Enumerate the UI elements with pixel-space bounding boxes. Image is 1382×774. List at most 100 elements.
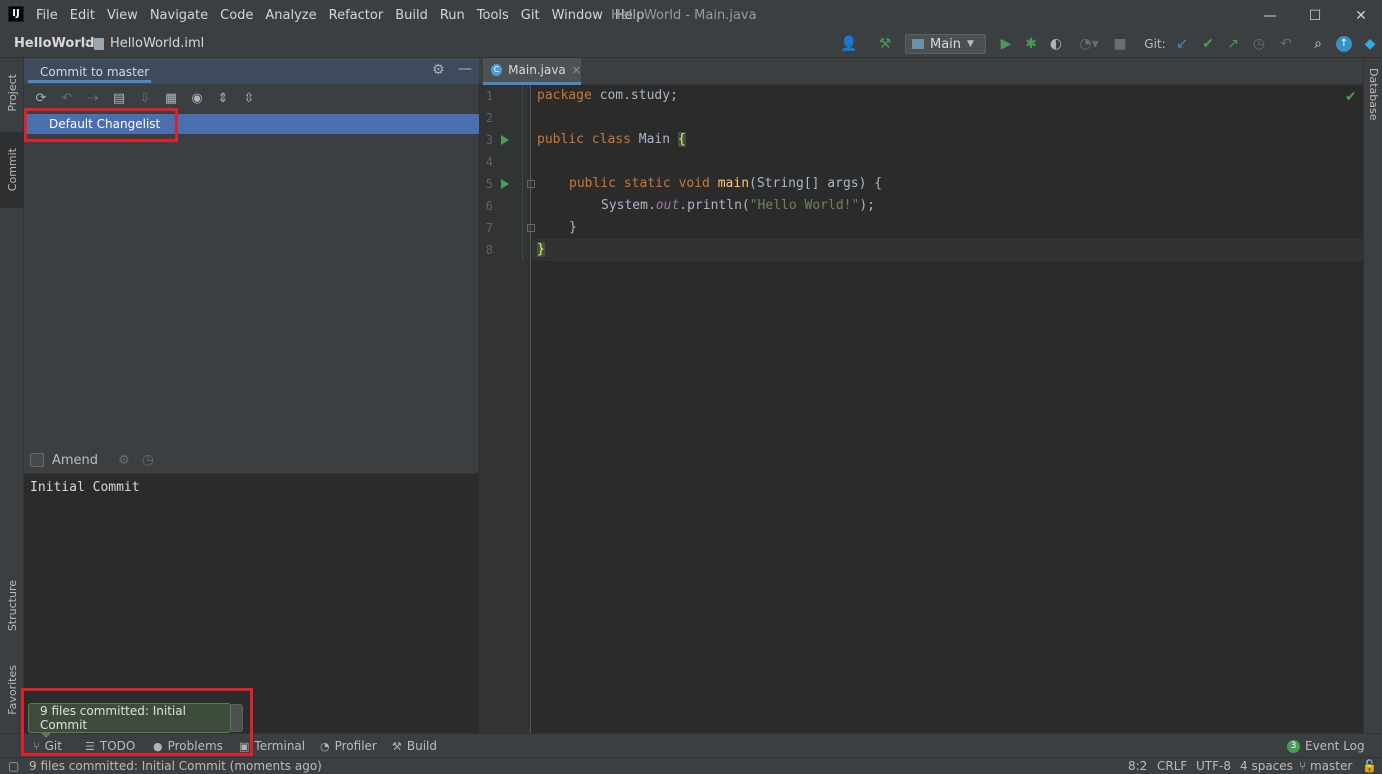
keyword: public class: [537, 132, 631, 147]
user-add-icon[interactable]: 👤: [836, 31, 862, 57]
shelve-icon[interactable]: ⇩: [136, 89, 154, 107]
profile-icon[interactable]: ◔▾: [1071, 31, 1107, 57]
line-separator[interactable]: CRLF: [1157, 758, 1187, 774]
commit-tool-tab[interactable]: Commit: [0, 132, 24, 208]
menu-navigate[interactable]: Navigate: [144, 8, 214, 23]
menu-code[interactable]: Code: [214, 8, 259, 23]
menu-git[interactable]: Git: [515, 8, 546, 23]
left-tool-strip: Project Commit Structure Favorites: [0, 58, 24, 733]
structure-tool-tab[interactable]: Structure: [0, 570, 24, 642]
editor-gutter: 1 2 3 4 5 6 7 8: [479, 85, 535, 733]
git-commit-icon[interactable]: ✔: [1199, 31, 1217, 57]
window-title: HelloWorld - Main.java: [611, 8, 757, 23]
minimize-button[interactable]: —: [1247, 0, 1293, 31]
chevron-down-icon: ▼: [967, 39, 974, 49]
tab-main-java[interactable]: C Main.java ✕: [483, 58, 581, 85]
hide-panel-icon[interactable]: —: [458, 61, 472, 77]
maximize-button[interactable]: ☐: [1292, 0, 1338, 31]
collapse-all-icon[interactable]: ⇳: [240, 89, 258, 107]
close-tab-icon[interactable]: ✕: [572, 64, 581, 77]
class-name: Main: [630, 132, 678, 147]
menu-window[interactable]: Window: [546, 8, 609, 23]
update-icon[interactable]: ↑: [1335, 31, 1353, 57]
settings-gear-icon[interactable]: ⚙: [432, 62, 445, 78]
config-icon: [912, 39, 924, 49]
project-tool-tab[interactable]: Project: [0, 62, 24, 124]
menu-edit[interactable]: Edit: [64, 8, 101, 23]
run-configuration-select[interactable]: Main ▼: [905, 34, 986, 54]
annotation-highlight-box: [24, 108, 178, 142]
lock-icon[interactable]: 🔓: [1362, 758, 1377, 774]
git-update-icon[interactable]: ↙: [1173, 31, 1191, 57]
group-by-icon[interactable]: ▦: [162, 89, 180, 107]
menu-file[interactable]: File: [30, 8, 64, 23]
fold-icon[interactable]: [527, 180, 535, 188]
database-tab-label: Database: [1367, 68, 1380, 121]
run-icon[interactable]: ▶: [996, 31, 1016, 57]
stop-icon[interactable]: ■: [1112, 31, 1128, 57]
rollback-icon[interactable]: ↶: [1277, 31, 1295, 57]
rollback-icon[interactable]: ↶: [58, 89, 76, 107]
profiler-tool-tab[interactable]: ◔ Profiler: [320, 734, 377, 758]
fold-icon[interactable]: [527, 224, 535, 232]
code-text: com.study;: [591, 88, 678, 103]
line-number: 1: [485, 89, 493, 103]
debug-icon[interactable]: ✱: [1021, 31, 1041, 57]
menu-refactor[interactable]: Refactor: [323, 8, 390, 23]
build-hammer-icon[interactable]: ⚒: [875, 31, 895, 57]
hammer-icon: ⚒: [392, 739, 402, 753]
run-class-gutter-icon[interactable]: [501, 135, 509, 145]
field-name: out: [655, 198, 680, 213]
title-bar: IJ File Edit View Navigate Code Analyze …: [0, 0, 1382, 31]
search-icon[interactable]: ⌕: [1309, 31, 1327, 57]
indent-setting[interactable]: 4 spaces: [1240, 758, 1293, 774]
move-changes-icon[interactable]: ⇢: [84, 89, 102, 107]
branch-icon: ⑂: [1299, 759, 1311, 773]
view-options-eye-icon[interactable]: ◉: [188, 89, 206, 107]
code-editor[interactable]: 1 2 3 4 5 6 7 8 package com.study; publi…: [479, 85, 1363, 733]
event-log-tool-tab[interactable]: 3 Event Log: [1287, 734, 1365, 758]
git-push-icon[interactable]: ↗: [1224, 31, 1242, 57]
database-tool-tab[interactable]: Database: [1367, 68, 1380, 124]
line-number: 7: [485, 221, 493, 235]
branch-name: master: [1310, 759, 1353, 773]
code-text: System.: [601, 198, 656, 213]
git-branch-widget[interactable]: ⑂ master: [1299, 758, 1352, 774]
menu-tools[interactable]: Tools: [471, 8, 515, 23]
line-number: 8: [485, 243, 493, 257]
caret-position[interactable]: 8:2: [1128, 758, 1147, 774]
file-encoding[interactable]: UTF-8: [1196, 758, 1231, 774]
no-problems-check-icon[interactable]: ✔: [1345, 89, 1357, 105]
menu-analyze[interactable]: Analyze: [259, 8, 322, 23]
expand-all-icon[interactable]: ⇕: [214, 89, 232, 107]
event-count-badge: 3: [1287, 739, 1300, 753]
run-config-label: Main: [930, 36, 962, 52]
amend-checkbox[interactable]: [30, 453, 44, 467]
commit-options-gear-icon[interactable]: ⚙: [118, 453, 130, 468]
build-tool-tab[interactable]: ⚒ Build: [392, 734, 437, 758]
code-line-5: public static void main(String[] args) {: [569, 173, 882, 195]
line-number: 5: [485, 177, 493, 191]
run-main-gutter-icon[interactable]: [501, 179, 509, 189]
history-icon[interactable]: ◷: [1250, 31, 1268, 57]
commit-history-clock-icon[interactable]: ◷: [142, 452, 154, 468]
breadcrumb-file[interactable]: HelloWorld.iml: [110, 31, 204, 57]
coverage-icon[interactable]: ◐: [1046, 31, 1066, 57]
status-message[interactable]: 9 files committed: Initial Commit (momen…: [29, 758, 322, 774]
menu-run[interactable]: Run: [434, 8, 471, 23]
editor-tab-bar: C Main.java ✕: [479, 58, 1363, 85]
vcs-change-marker: [522, 85, 523, 261]
method-name: main: [717, 176, 750, 191]
menu-view[interactable]: View: [101, 8, 144, 23]
diff-icon[interactable]: ▤: [110, 89, 128, 107]
refresh-icon[interactable]: ⟳: [32, 89, 50, 107]
close-window-button[interactable]: ✕: [1338, 0, 1382, 31]
menu-build[interactable]: Build: [389, 8, 434, 23]
code-text: );: [859, 198, 875, 213]
keyword: public static void: [569, 176, 710, 191]
right-tool-strip: Database: [1363, 58, 1382, 733]
plugin-icon[interactable]: ◆: [1361, 31, 1379, 57]
line-number: 6: [485, 199, 493, 213]
line-number: 2: [485, 111, 493, 125]
toggle-tool-windows-icon[interactable]: ▢: [8, 758, 19, 774]
